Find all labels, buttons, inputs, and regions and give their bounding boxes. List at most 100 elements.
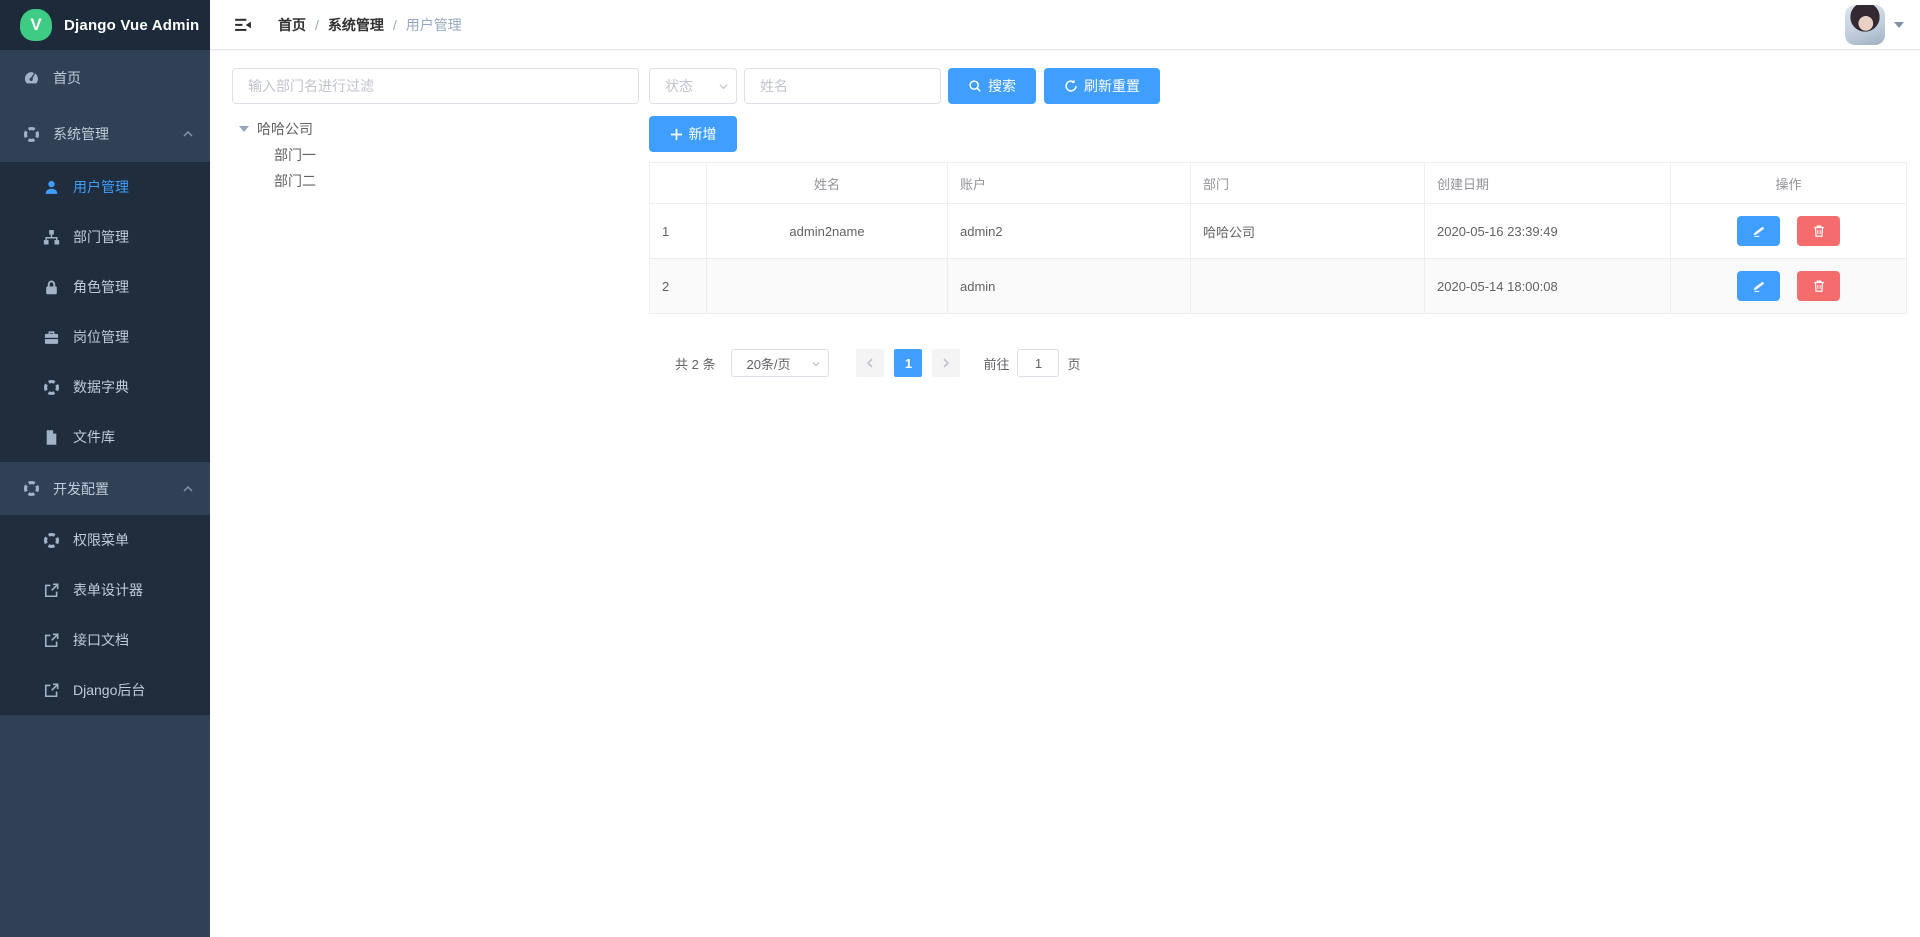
cell-actions <box>1671 204 1907 259</box>
next-page-button[interactable] <box>932 349 960 377</box>
tree-node-root[interactable]: 哈哈公司 <box>232 116 639 142</box>
table-row: 2 admin 2020-05-14 18:00:08 <box>650 259 1907 314</box>
current-page[interactable]: 1 <box>894 349 922 377</box>
app-logo: V <box>20 9 52 41</box>
edit-button[interactable] <box>1737 216 1780 246</box>
col-account: 账户 <box>948 163 1191 204</box>
caret-down-icon <box>1894 22 1904 28</box>
dept-filter-input[interactable] <box>232 68 639 104</box>
plus-icon <box>670 128 683 141</box>
logo-letter: V <box>30 15 41 35</box>
cell-name: admin2name <box>707 204 948 259</box>
briefcase-icon <box>43 329 60 346</box>
sidebar-section-dev-config[interactable]: 开发配置 <box>0 462 210 515</box>
submenu-dev-config: 权限菜单 表单设计器 接口文档 Django后台 <box>0 515 210 715</box>
org-tree-icon <box>43 229 60 246</box>
page-size-value: 20条/页 <box>746 354 790 373</box>
delete-button[interactable] <box>1797 216 1840 246</box>
external-link-icon <box>43 682 60 699</box>
sidebar-item-label: 接口文档 <box>73 630 129 650</box>
cell-dept: 哈哈公司 <box>1191 204 1425 259</box>
sidebar-item-data-dict[interactable]: 数据字典 <box>0 362 210 412</box>
col-dept: 部门 <box>1191 163 1425 204</box>
name-filter-input[interactable] <box>744 68 941 104</box>
user-menu[interactable] <box>1845 5 1904 45</box>
trash-icon <box>1812 279 1826 293</box>
cell-created: 2020-05-16 23:39:49 <box>1425 204 1671 259</box>
col-index <box>650 163 707 204</box>
sidebar-item-api-docs[interactable]: 接口文档 <box>0 615 210 665</box>
breadcrumb-system[interactable]: 系统管理 <box>328 15 384 35</box>
search-icon <box>968 79 982 93</box>
sidebar-item-label: 文件库 <box>73 427 115 447</box>
cell-created: 2020-05-14 18:00:08 <box>1425 259 1671 314</box>
chevron-down-icon <box>811 359 821 369</box>
submenu-system: 用户管理 部门管理 角色管理 岗位管理 数据字典 文件库 <box>0 162 210 462</box>
chevron-left-icon <box>864 357 876 369</box>
goto-page-input[interactable] <box>1017 349 1059 377</box>
sidebar-item-role-mgmt[interactable]: 角色管理 <box>0 262 210 312</box>
dept-tree: 哈哈公司 部门一 部门二 <box>232 116 639 194</box>
chevron-right-icon <box>940 357 952 369</box>
logo-bar: V Django Vue Admin <box>0 0 210 50</box>
sidebar-item-home[interactable]: 首页 <box>0 50 210 106</box>
breadcrumb-current: 用户管理 <box>406 15 462 35</box>
config-icon <box>23 480 40 497</box>
sidebar-item-user-mgmt[interactable]: 用户管理 <box>0 162 210 212</box>
sidebar-item-label: 数据字典 <box>73 377 129 397</box>
chevron-down-icon <box>718 81 729 92</box>
hamburger-icon[interactable] <box>232 16 254 34</box>
dict-icon <box>43 379 60 396</box>
goto-page: 前往 页 <box>983 349 1080 377</box>
edit-icon <box>1751 224 1765 238</box>
sidebar-item-label: 岗位管理 <box>73 327 129 347</box>
add-button[interactable]: 新增 <box>649 116 737 152</box>
sidebar-item-post-mgmt[interactable]: 岗位管理 <box>0 312 210 362</box>
edit-button[interactable] <box>1737 271 1780 301</box>
chevron-up-icon <box>182 483 194 495</box>
cell-index: 1 <box>650 204 707 259</box>
col-actions: 操作 <box>1671 163 1907 204</box>
cell-account: admin <box>948 259 1191 314</box>
sidebar-section-label: 系统管理 <box>53 124 109 144</box>
page-size-select[interactable]: 20条/页 <box>731 349 829 377</box>
col-name: 姓名 <box>707 163 948 204</box>
refresh-reset-button[interactable]: 刷新重置 <box>1044 68 1160 104</box>
prev-page-button[interactable] <box>856 349 884 377</box>
cell-account: admin2 <box>948 204 1191 259</box>
sidebar: V Django Vue Admin 首页 系统管理 用户管理 部门管理 角色管… <box>0 0 210 937</box>
filter-row: 搜索 刷新重置 <box>649 68 1907 104</box>
table-row: 1 admin2name admin2 哈哈公司 2020-05-16 23:3… <box>650 204 1907 259</box>
component-icon <box>23 126 40 143</box>
table-header-row: 姓名 账户 部门 创建日期 操作 <box>650 163 1907 204</box>
add-button-label: 新增 <box>689 124 717 144</box>
breadcrumb-separator: / <box>315 17 319 33</box>
sidebar-section-system[interactable]: 系统管理 <box>0 106 210 162</box>
edit-icon <box>1751 279 1765 293</box>
refresh-reset-button-label: 刷新重置 <box>1084 76 1140 96</box>
tree-node-child[interactable]: 部门二 <box>232 168 639 194</box>
top-navbar: 首页 / 系统管理 / 用户管理 <box>210 0 1920 50</box>
pagination: 共 2 条 20条/页 1 前往 页 <box>649 349 1907 377</box>
search-button[interactable]: 搜索 <box>948 68 1036 104</box>
sidebar-item-permission-menu[interactable]: 权限菜单 <box>0 515 210 565</box>
sidebar-item-label: 部门管理 <box>73 227 129 247</box>
breadcrumb-home[interactable]: 首页 <box>278 15 306 35</box>
sidebar-item-django-admin[interactable]: Django后台 <box>0 665 210 715</box>
tree-node-label: 部门一 <box>274 145 316 165</box>
sidebar-item-form-designer[interactable]: 表单设计器 <box>0 565 210 615</box>
status-select[interactable] <box>649 68 737 104</box>
sidebar-item-label: 用户管理 <box>73 177 129 197</box>
col-created: 创建日期 <box>1425 163 1671 204</box>
sidebar-item-file-lib[interactable]: 文件库 <box>0 412 210 462</box>
sidebar-item-dept-mgmt[interactable]: 部门管理 <box>0 212 210 262</box>
user-icon <box>43 179 60 196</box>
tree-expand-icon[interactable] <box>239 126 249 132</box>
sidebar-item-label: 权限菜单 <box>73 530 129 550</box>
delete-button[interactable] <box>1797 271 1840 301</box>
cell-index: 2 <box>650 259 707 314</box>
avatar[interactable] <box>1845 5 1885 45</box>
search-button-label: 搜索 <box>988 76 1016 96</box>
tree-node-child[interactable]: 部门一 <box>232 142 639 168</box>
total-count: 共 2 条 <box>675 354 715 373</box>
